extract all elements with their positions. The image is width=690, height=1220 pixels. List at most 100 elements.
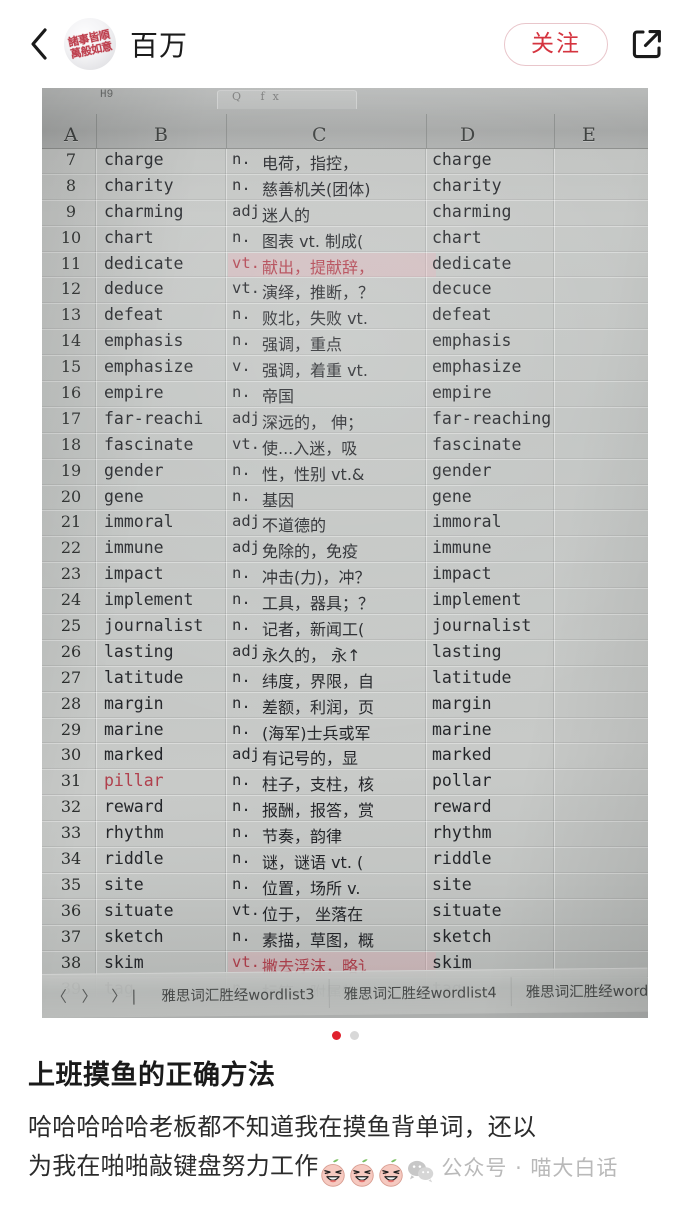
spreadsheet-grid[interactable]: 7 charge n. 电荷，指控， charge 8 charity n. 慈善机关(团体) c… — [42, 149, 648, 997]
cell-def[interactable]: 深远的， 伸； — [262, 409, 427, 433]
cell-b[interactable]: sketch — [104, 927, 224, 946]
spreadsheet-row[interactable]: 12 deduce vt. 演绎，推断，？ decuce — [42, 278, 648, 305]
cell-def[interactable]: 电荷，指控， — [262, 150, 427, 174]
cell-b[interactable]: dedicate — [104, 254, 224, 273]
sheet-tab-wordlist4[interactable]: 雅思词汇胜经wordlist4 — [329, 977, 512, 1008]
cell-d[interactable]: lasting — [432, 642, 637, 661]
spreadsheet-row[interactable]: 31 pillar n. 柱子，支柱，核 pollar — [42, 770, 648, 797]
cell-def[interactable]: 永久的， 永↑ — [262, 642, 427, 666]
cell-pos[interactable]: adj. — [232, 642, 258, 660]
cell-pos[interactable]: n. — [232, 927, 258, 945]
cell-pos[interactable]: adj. — [232, 745, 258, 763]
cell-d[interactable]: situate — [432, 901, 637, 920]
spreadsheet-row[interactable]: 22 immune adj.免除的，免疫 immune — [42, 537, 648, 564]
cell-d[interactable]: charity — [432, 176, 637, 195]
cell-d[interactable]: pollar — [432, 771, 637, 790]
cell-d[interactable]: riddle — [432, 849, 637, 868]
external-link-icon[interactable] — [626, 23, 668, 65]
cell-b[interactable]: journalist — [104, 616, 224, 635]
row-header-num[interactable]: 37 — [50, 927, 92, 946]
column-header-a[interactable]: A — [64, 124, 78, 146]
cell-d[interactable]: emphasize — [432, 357, 637, 376]
row-header-num[interactable]: 29 — [50, 720, 92, 739]
cell-pos[interactable]: n. — [232, 797, 258, 815]
cell-b[interactable]: immune — [104, 538, 224, 557]
spreadsheet-row[interactable]: 17 far-reachi adj.深远的， 伸； far-reaching — [42, 408, 648, 434]
cell-d[interactable]: charge — [432, 150, 637, 169]
cell-def[interactable]: 基因 — [262, 487, 427, 511]
cell-b[interactable]: site — [104, 875, 224, 894]
cell-def[interactable]: 帝国 — [262, 383, 427, 407]
cell-def[interactable]: 素描，草图，概 — [262, 927, 427, 951]
cell-def[interactable]: 记者，新闻工( — [262, 616, 427, 640]
cell-d[interactable]: far-reaching — [432, 409, 637, 428]
cell-d[interactable]: rhythm — [432, 823, 637, 842]
row-header-num[interactable]: 28 — [50, 694, 92, 713]
cell-pos[interactable]: v. — [232, 357, 258, 375]
page-dot[interactable] — [349, 1030, 359, 1040]
cell-d[interactable]: empire — [432, 383, 637, 402]
row-header-num[interactable]: 19 — [50, 461, 92, 480]
cell-d[interactable]: chart — [432, 228, 637, 247]
cell-pos[interactable]: n. — [232, 616, 258, 634]
cell-def[interactable]: 位置，场所 v. — [262, 875, 427, 899]
row-header-num[interactable]: 21 — [50, 512, 92, 531]
cell-b[interactable]: emphasis — [104, 331, 224, 350]
cell-def[interactable]: 败北，失败 vt. — [262, 305, 427, 329]
cell-b[interactable]: marine — [104, 720, 224, 739]
cell-b[interactable]: charge — [104, 150, 224, 169]
cell-d[interactable]: immoral — [432, 512, 637, 531]
spreadsheet-row[interactable]: 25 journalist n. 记者，新闻工(journalist — [42, 615, 648, 641]
cell-d[interactable]: reward — [432, 797, 637, 816]
cell-pos[interactable]: n. — [232, 694, 258, 712]
spreadsheet-row[interactable]: 13 defeat n. 败北，失败 vt. defeat — [42, 304, 648, 331]
row-header-num[interactable]: 24 — [50, 590, 92, 609]
cell-d[interactable]: latitude — [432, 668, 637, 687]
cell-b[interactable]: gender — [104, 461, 224, 480]
cell-b[interactable]: fascinate — [104, 435, 224, 454]
cell-def[interactable]: 强调，着重 vt. — [262, 357, 427, 381]
spreadsheet-row[interactable]: 16 empire n. 帝国 empire — [42, 382, 648, 408]
cell-pos[interactable]: vt. — [232, 279, 258, 297]
cell-pos[interactable]: n. — [232, 305, 258, 323]
row-header-num[interactable]: 9 — [50, 202, 92, 221]
cell-d[interactable]: marine — [432, 720, 637, 739]
cell-def[interactable]: 节奏，韵律 — [262, 823, 427, 847]
cell-pos[interactable]: n. — [232, 461, 258, 479]
cell-pos[interactable]: adj. — [232, 512, 258, 530]
cell-b[interactable]: empire — [104, 383, 224, 402]
cell-def[interactable]: 慈善机关(团体) — [262, 176, 427, 200]
cell-b[interactable]: implement — [104, 590, 224, 609]
cell-b[interactable]: situate — [104, 901, 224, 920]
spreadsheet-row[interactable]: 28 margin n. 差额，利润，页 margin — [42, 693, 648, 719]
row-header-num[interactable]: 11 — [50, 254, 92, 273]
cell-b[interactable]: charity — [104, 176, 224, 195]
cell-b[interactable]: lasting — [104, 642, 224, 661]
row-header-num[interactable]: 32 — [50, 797, 92, 816]
spreadsheet-row[interactable]: 34 riddle n. 谜，谜语 vt. (riddle — [42, 848, 648, 874]
cell-d[interactable]: gender — [432, 461, 637, 480]
cell-b[interactable]: defeat — [104, 305, 224, 324]
cell-def[interactable]: 演绎，推断，？ — [262, 279, 427, 303]
spreadsheet-row[interactable]: 36 situate vt. 位于， 坐落在 situate — [42, 900, 648, 926]
cell-pos[interactable]: n. — [232, 849, 258, 867]
cell-b[interactable]: chart — [104, 228, 224, 247]
cell-pos[interactable]: vt. — [232, 435, 258, 453]
spreadsheet-row[interactable]: 9 charming adj.迷人的 charming — [42, 201, 648, 227]
spreadsheet-row[interactable]: 19 gender n. 性，性别 vt.& gender — [42, 460, 648, 486]
row-header-num[interactable]: 36 — [50, 901, 92, 920]
row-header-num[interactable]: 22 — [50, 538, 92, 557]
cell-def[interactable]: 不道德的 — [262, 512, 427, 536]
column-header-c[interactable]: C — [312, 124, 327, 146]
cell-def[interactable]: 性，性别 vt.& — [262, 461, 427, 485]
cell-pos[interactable]: vt. — [232, 254, 258, 272]
cell-b[interactable]: margin — [104, 694, 224, 713]
cell-d[interactable]: defeat — [432, 305, 637, 324]
spreadsheet-row[interactable]: 27 latitude n. 纬度，界限，自 latitude — [42, 667, 648, 693]
spreadsheet-row[interactable]: 37 sketch n. 素描，草图，概 sketch — [42, 926, 648, 952]
cell-b[interactable]: rhythm — [104, 823, 224, 842]
cell-b[interactable]: skim — [104, 953, 224, 972]
cell-pos[interactable]: vt. — [232, 953, 258, 971]
spreadsheet-row[interactable]: 18 fascinate vt. 使...入迷，吸 fascinate — [42, 434, 648, 460]
column-header-b[interactable]: B — [154, 124, 168, 146]
